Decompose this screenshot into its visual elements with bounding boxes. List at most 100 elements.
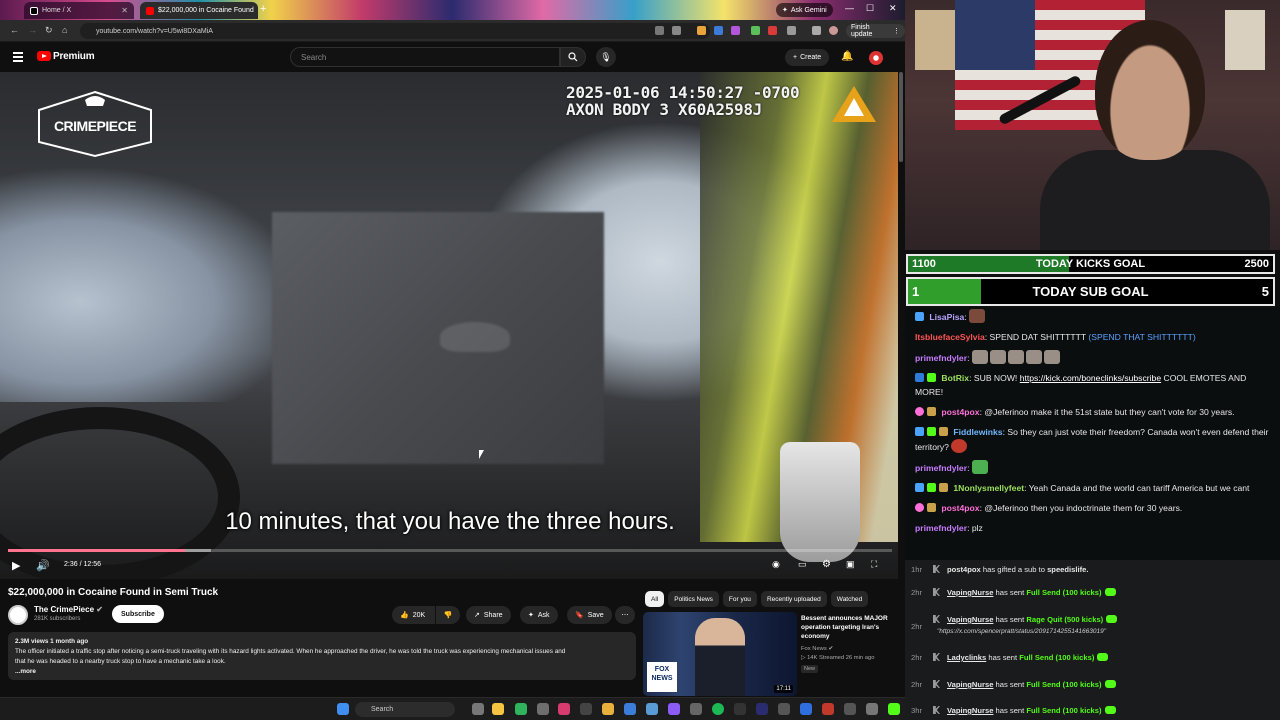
show-more-link[interactable]: ...more [15,667,629,677]
app-icon[interactable] [558,703,570,715]
like-button[interactable]: 👍 20K [392,606,435,624]
extension-icon[interactable] [768,26,777,35]
back-icon[interactable]: ← [10,25,19,35]
youtube-premium-label[interactable]: Premium [53,51,95,62]
event-user[interactable]: post4pox [947,565,981,574]
recommended-video[interactable]: FOX NEWS 17:11 Bessent announces MAJOR o… [643,612,898,696]
account-avatar[interactable] [869,51,883,65]
minimize-icon[interactable]: — [845,3,854,13]
app-icon[interactable] [866,703,878,715]
sidebar-icon[interactable] [812,26,821,35]
event-message[interactable]: "https://x.com/spencerpratt/status/20917… [937,628,1106,635]
extension-icon[interactable] [751,26,760,35]
file-explorer-icon[interactable] [602,703,614,715]
youtube-logo-icon[interactable] [37,51,51,61]
recommended-channel[interactable]: Fox News [801,646,827,652]
chat-username[interactable]: primefndyler [915,523,967,533]
extensions-puzzle-icon[interactable] [787,26,796,35]
chrome-icon[interactable] [515,703,527,715]
miniplayer-icon[interactable]: ▣ [846,559,855,570]
description-box[interactable]: 2.3M views 1 month ago The officer initi… [8,632,636,680]
event-user[interactable]: VapingNurse [947,588,993,597]
recommended-title[interactable]: Bessent announces MAJOR operation target… [801,614,897,641]
search-button[interactable] [560,47,586,67]
dislike-button[interactable]: 👎 [436,606,460,624]
chat-username[interactable]: primefndyler [915,353,967,363]
volume-icon[interactable]: 🔊 [36,559,50,572]
new-tab-icon[interactable]: + [260,3,266,15]
app-icon[interactable] [624,703,636,715]
captions-icon[interactable]: ▭ [798,559,807,570]
search-input[interactable]: Search [290,47,560,67]
chat-username[interactable]: post4pox [941,407,979,417]
share-button[interactable]: ↗ Share [466,606,511,624]
install-icon[interactable] [655,26,664,35]
video-thumbnail[interactable]: FOX NEWS 17:11 [643,612,797,696]
channel-name[interactable]: The CrimePiece ✔ [34,605,103,614]
app-icon[interactable] [668,703,680,715]
app-icon[interactable] [844,703,856,715]
more-actions-button[interactable]: ⋯ [615,606,635,624]
notifications-bell-icon[interactable]: 🔔 [841,51,853,62]
app-icon[interactable] [646,703,658,715]
chip-all[interactable]: All [645,591,665,607]
maximize-icon[interactable]: ☐ [866,3,874,14]
app-icon[interactable] [800,703,812,715]
app-icon[interactable] [778,703,790,715]
page-scrollbar[interactable] [898,72,904,697]
ask-gemini-button[interactable]: ✦ Ask Gemini [776,3,833,17]
event-user[interactable]: Ladyclinks [947,653,986,662]
finish-update-button[interactable]: Finish update ⋮ [846,24,905,38]
event-user[interactable]: VapingNurse [947,706,993,715]
chip-watched[interactable]: Watched [830,591,869,607]
spotify-icon[interactable] [712,703,724,715]
task-view-icon[interactable] [472,703,484,715]
subscribe-button[interactable]: Subscribe [112,605,164,623]
chat-username[interactable]: 1Nonlysmellyfeet [953,483,1024,493]
close-window-icon[interactable]: ✕ [889,3,897,14]
chat-username[interactable]: LisaPisa [929,312,964,322]
app-icon[interactable] [492,703,504,715]
extension-icon[interactable] [697,26,706,35]
reload-icon[interactable]: ↻ [45,25,53,36]
chat-username[interactable]: BotRix [941,373,969,383]
autoplay-toggle-icon[interactable]: ◉ [772,559,780,570]
browser-tab-x[interactable]: Home / X ✕ [24,2,134,19]
bookmark-star-icon[interactable] [672,26,681,35]
profile-avatar-icon[interactable] [829,26,838,35]
app-icon[interactable] [822,703,834,715]
fullscreen-icon[interactable]: ⛶ [871,559,877,570]
chip-politics-news[interactable]: Politics News [668,591,719,607]
chip-recently-uploaded[interactable]: Recently uploaded [760,591,827,607]
taskbar-search[interactable]: Search [355,702,455,717]
kick-icon[interactable] [888,703,900,715]
home-icon[interactable]: ⌂ [62,25,67,35]
app-icon[interactable] [690,703,702,715]
close-tab-icon[interactable]: ✕ [121,6,128,15]
chip-for-you[interactable]: For you [722,591,757,607]
chat-username[interactable]: Fiddlewinks [953,427,1002,437]
channel-avatar[interactable] [8,605,28,625]
chat-username[interactable]: primefndyler [915,463,967,473]
chat-username[interactable]: post4pox [941,503,979,513]
voice-search-button[interactable]: 🎙 [596,47,616,67]
hamburger-menu-icon[interactable] [13,52,23,64]
progress-bar[interactable] [8,549,892,552]
app-icon[interactable] [734,703,746,715]
ask-button[interactable]: ✦ Ask [520,606,558,624]
browser-tab-youtube[interactable]: $22,000,000 in Cocaine Found ✕ [140,2,258,19]
extension-icon[interactable] [714,26,723,35]
url-field[interactable]: youtube.com/watch?v=U5wi8DXaMiA [80,23,710,39]
event-user[interactable]: VapingNurse [947,680,993,689]
create-button[interactable]: + Create [785,49,830,66]
app-icon[interactable] [756,703,768,715]
settings-gear-icon[interactable]: ⚙ [822,559,831,570]
play-icon[interactable]: ▶ [12,559,20,572]
forward-icon[interactable]: → [28,25,37,35]
extension-icon[interactable] [731,26,740,35]
app-icon[interactable] [537,703,549,715]
chat-username[interactable]: ItsbluefaceSylvia [915,332,985,342]
video-player[interactable]: CRIMEPIECE 2025-01-06 14:50:27 -0700 AXO… [0,72,900,579]
save-button[interactable]: 🔖 Save [567,606,612,624]
windows-start-icon[interactable] [337,703,349,715]
